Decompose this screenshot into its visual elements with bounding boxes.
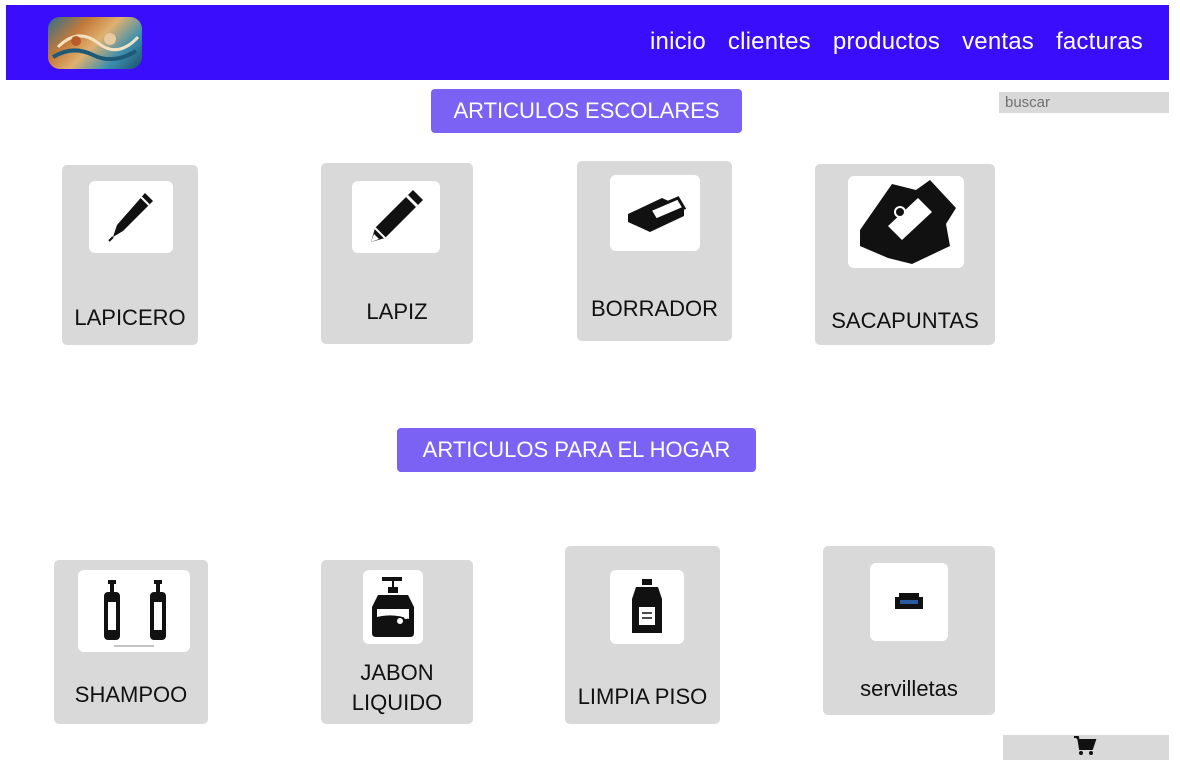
top-navbar: inicio clientes productos ventas factura… — [6, 5, 1169, 80]
product-card-borrador[interactable]: BORRADOR — [577, 161, 732, 341]
liquid-soap-icon — [363, 570, 423, 644]
section-title-home: ARTICULOS PARA EL HOGAR — [397, 428, 756, 472]
product-card-servilletas[interactable]: servilletas — [823, 546, 995, 715]
product-label: SACAPUNTAS — [831, 308, 979, 333]
product-label: LAPIZ — [366, 299, 428, 324]
sharpener-icon — [848, 176, 964, 268]
product-card-shampoo[interactable]: SHAMPOO — [54, 560, 208, 724]
product-card-sacapuntas[interactable]: SACAPUNTAS — [815, 164, 995, 345]
nav-inicio[interactable]: inicio — [650, 28, 706, 56]
search-input[interactable] — [999, 92, 1169, 113]
product-card-jabon-liquido[interactable]: JABON LIQUIDO — [321, 560, 473, 724]
cart-button[interactable] — [1003, 735, 1169, 760]
product-card-limpia-piso[interactable]: LIMPIA PISO — [565, 546, 720, 724]
pen-icon — [89, 181, 173, 253]
product-label: SHAMPOO — [74, 682, 188, 707]
nav-facturas[interactable]: facturas — [1056, 28, 1143, 56]
nav-productos[interactable]: productos — [833, 28, 940, 56]
logo[interactable] — [48, 17, 142, 69]
product-label: LAPICERO — [74, 305, 186, 330]
nav-clientes[interactable]: clientes — [728, 28, 811, 56]
eraser-icon — [610, 175, 700, 251]
nav-links: inicio clientes productos ventas factura… — [650, 28, 1143, 56]
product-label: servilletas — [860, 676, 958, 701]
nav-ventas[interactable]: ventas — [962, 28, 1034, 56]
napkins-icon — [870, 563, 948, 641]
section-title-school: ARTICULOS ESCOLARES — [431, 89, 742, 133]
product-label: LIMPIA PISO — [577, 684, 708, 709]
product-label: JABON LIQUIDO — [351, 660, 443, 715]
product-label: BORRADOR — [590, 296, 719, 321]
pencil-icon — [352, 181, 440, 253]
floor-cleaner-icon — [610, 570, 684, 644]
product-card-lapiz[interactable]: LAPIZ — [321, 163, 473, 344]
shampoo-bottles-icon — [78, 570, 190, 652]
product-card-lapicero[interactable]: LAPICERO — [62, 165, 198, 345]
